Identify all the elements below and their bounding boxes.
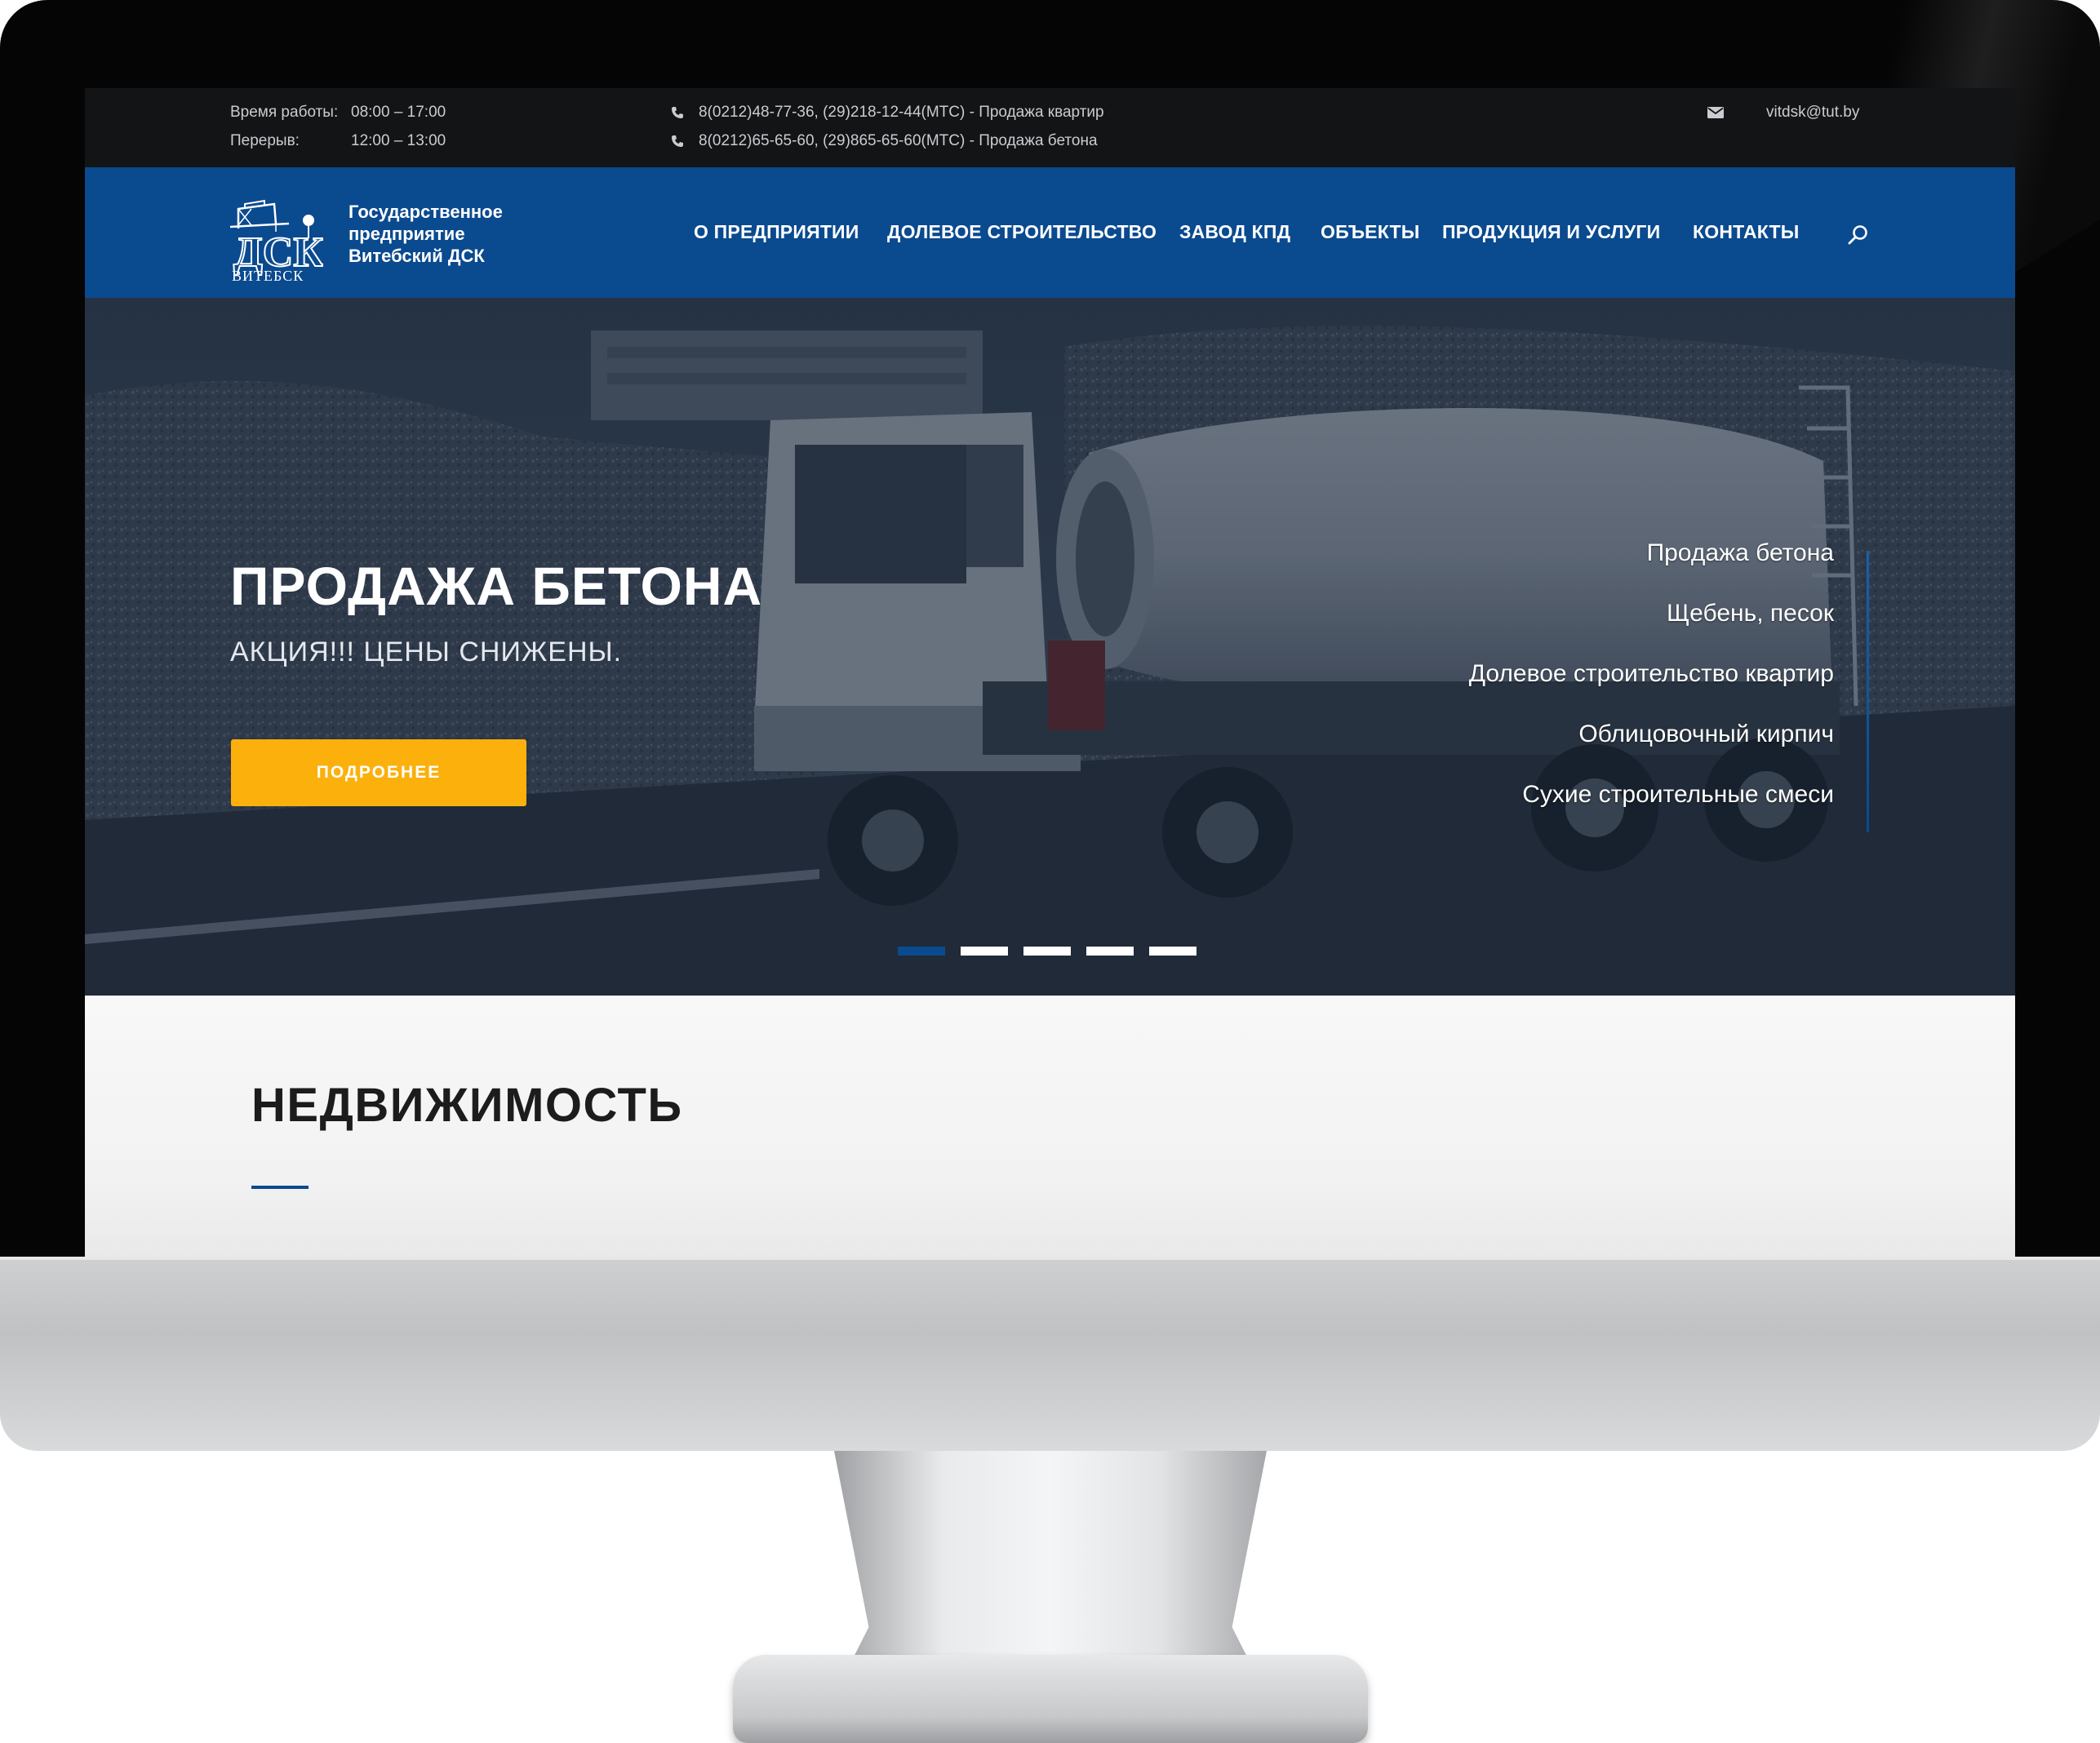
nav-item-shared-construction[interactable]: ДОЛЕВОЕ СТРОИТЕЛЬСТВО (887, 221, 1157, 243)
envelope-icon (1707, 107, 1724, 118)
section-title-underline (251, 1186, 309, 1189)
hero-side-links: Продажа бетона Щебень, песок Долевое стр… (1469, 541, 1834, 843)
work-hours-label: Время работы: (230, 104, 339, 121)
company-name-line1: Государственное (349, 202, 503, 222)
phone-icon (672, 135, 683, 147)
break-label: Перерыв: (230, 132, 300, 149)
slider-dot[interactable] (1149, 947, 1197, 956)
monitor-stand-base (733, 1655, 1368, 1743)
slider-dot[interactable] (898, 947, 945, 956)
phone-concrete[interactable]: 8(0212)65-65-60, (29)865-65-60(МТС) - Пр… (699, 132, 1098, 150)
side-link-facing-brick[interactable]: Облицовочный кирпич (1469, 722, 1834, 783)
company-name-line3: Витебский ДСК (349, 246, 485, 266)
break-value: 12:00 – 13:00 (351, 132, 446, 149)
slider-dot[interactable] (961, 947, 1008, 956)
slider-dot[interactable] (1023, 947, 1071, 956)
website-screen: Время работы: 08:00 – 17:00 Перерыв: 12:… (85, 88, 2015, 1257)
side-link-dry-mixes[interactable]: Сухие строительные смеси (1469, 783, 1834, 843)
nav-item-about[interactable]: О ПРЕДПРИЯТИИ (694, 221, 859, 243)
top-info-bar: Время работы: 08:00 – 17:00 Перерыв: 12:… (85, 88, 2015, 167)
nav-item-contacts[interactable]: КОНТАКТЫ (1693, 221, 1800, 243)
logo-mark-subtext: ВИТЕБСК (232, 268, 304, 284)
section-title: НЕДВИЖИМОСТЬ (251, 1079, 683, 1132)
company-name-line2: предприятие (349, 224, 465, 244)
nav-item-kpd-plant[interactable]: ЗАВОД КПД (1179, 221, 1290, 243)
hero-subtitle: АКЦИЯ!!! ЦЕНЫ СНИЖЕНЫ. (230, 636, 623, 667)
email-link[interactable]: vitdsk@tut.by (1766, 104, 1859, 122)
company-logo-icon[interactable]: ДСК ВИТЕБСК (227, 196, 323, 284)
company-name[interactable]: Государственное предприятие Витебский ДС… (349, 201, 544, 267)
more-details-button[interactable]: ПОДРОБНЕЕ (231, 739, 526, 806)
work-hours-value: 08:00 – 17:00 (351, 104, 446, 121)
search-icon[interactable] (1846, 223, 1871, 247)
side-link-concrete-sale[interactable]: Продажа бетона (1469, 541, 1834, 601)
phone-apartments[interactable]: 8(0212)48-77-36, (29)218-12-44(МТС) - Пр… (699, 104, 1104, 122)
nav-item-objects[interactable]: ОБЪЕКТЫ (1321, 221, 1419, 243)
nav-item-products-services[interactable]: ПРОДУКЦИЯ И УСЛУГИ (1442, 221, 1660, 243)
side-link-gravel-sand[interactable]: Щебень, песок (1469, 601, 1834, 662)
slider-dot[interactable] (1086, 947, 1134, 956)
hero-title: ПРОДАЖА БЕТОНА (230, 556, 763, 616)
side-link-shared-construction[interactable]: Долевое строительство квартир (1469, 662, 1834, 722)
monitor-chin (0, 1257, 2100, 1451)
side-links-accent-line (1867, 551, 1869, 832)
phone-icon (672, 107, 683, 118)
